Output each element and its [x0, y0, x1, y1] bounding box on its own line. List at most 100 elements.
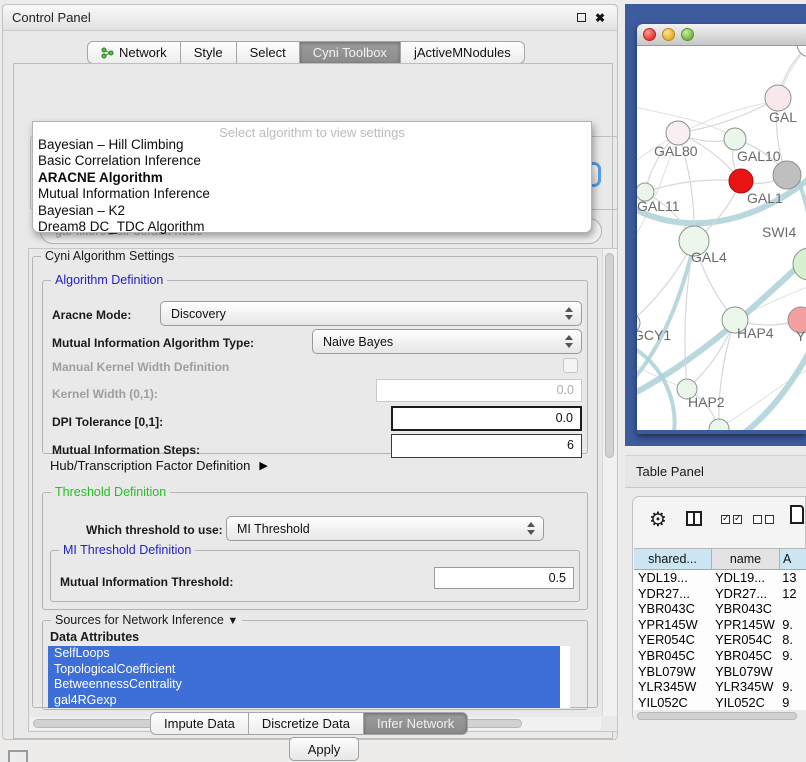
- column-header-A[interactable]: A: [780, 548, 806, 570]
- table-row[interactable]: YPR145WYPR145W9.: [634, 617, 806, 633]
- mi-threshold-field[interactable]: 0.5: [434, 567, 574, 589]
- tab-style[interactable]: Style: [181, 41, 237, 64]
- minimize-traffic-light[interactable]: [662, 28, 675, 41]
- network-node[interactable]: [709, 419, 729, 430]
- network-node-gal10[interactable]: [724, 128, 746, 150]
- algorithm-option[interactable]: Dream8 DC_TDC Algorithm: [36, 219, 588, 235]
- apply-button[interactable]: Apply: [289, 737, 359, 761]
- mi-type-label: Mutual Information Algorithm Type:: [52, 336, 254, 350]
- kernel-width-label: Kernel Width (0,1):: [52, 387, 158, 401]
- table-cell: [778, 664, 806, 680]
- select-all-icon[interactable]: [721, 515, 742, 524]
- tab-network[interactable]: Network: [87, 41, 181, 64]
- network-node-swi4[interactable]: [793, 248, 806, 280]
- kernel-width-field[interactable]: 0.0: [376, 379, 582, 402]
- tab-discretize-data[interactable]: Discretize Data: [249, 712, 364, 735]
- attribute-item-selected[interactable]: BetweennessCentrality: [48, 677, 560, 693]
- zoom-traffic-light[interactable]: [681, 28, 694, 41]
- table-cell: 9.: [778, 648, 806, 664]
- scrollbar-thumb[interactable]: [605, 253, 614, 458]
- attribute-item-selected[interactable]: SelfLoops: [48, 646, 560, 662]
- attribute-item-selected[interactable]: gal4RGexp: [48, 693, 560, 709]
- scrollbar-thumb[interactable]: [637, 712, 797, 720]
- table-row[interactable]: YLR345WYLR345W9.: [634, 679, 806, 695]
- close-traffic-light[interactable]: [643, 28, 656, 41]
- manual-kernel-checkbox[interactable]: [563, 358, 578, 373]
- table-row[interactable]: YBL079WYBL079W: [634, 664, 806, 680]
- deselect-all-icon[interactable]: [753, 515, 774, 524]
- tab-impute-data[interactable]: Impute Data: [150, 712, 249, 735]
- columns-icon[interactable]: [686, 511, 702, 526]
- sources-title-row[interactable]: Sources for Network Inference ▼: [51, 613, 242, 627]
- network-node-gal[interactable]: [765, 85, 791, 111]
- table-header-row: shared...nameA: [634, 548, 806, 570]
- control-panel-tabs: Network Style Select Cyni Toolbox jActiveMNo…: [87, 41, 525, 64]
- mi-steps-field[interactable]: 6: [391, 434, 582, 458]
- tab-jactivemnodules[interactable]: jActiveMNodules: [401, 41, 525, 64]
- tab-select[interactable]: Select: [237, 41, 300, 64]
- minimized-panel-icon[interactable]: [8, 750, 28, 762]
- unchecked-box-icon: [753, 515, 762, 524]
- dpi-tolerance-field[interactable]: 0.0: [391, 406, 582, 431]
- which-threshold-combo[interactable]: MI Threshold: [226, 516, 544, 541]
- group-title: Threshold Definition: [51, 485, 170, 499]
- table-row[interactable]: YER054CYER054C8.: [634, 632, 806, 648]
- table-cell: YER054C: [711, 632, 778, 648]
- network-window-titlebar[interactable]: [637, 24, 806, 46]
- mi-steps-label: Mutual Information Steps:: [52, 443, 200, 457]
- algorithm-option[interactable]: ARACNE Algorithm: [36, 170, 588, 186]
- data-attributes-label: Data Attributes: [50, 630, 139, 644]
- aracne-mode-combo[interactable]: Discovery: [160, 301, 582, 326]
- mi-type-combo[interactable]: Naive Bayes: [312, 329, 582, 354]
- table-horizontal-scrollbar[interactable]: [634, 710, 806, 722]
- algorithm-option[interactable]: Bayesian – Hill Climbing: [36, 137, 588, 153]
- gear-icon[interactable]: ⚙: [649, 507, 667, 532]
- table-cell: 9.: [778, 679, 806, 695]
- cyni-bottom-tabs: Impute DataDiscretize DataInfer Network: [150, 712, 468, 735]
- algorithm-option[interactable]: Bayesian – K2: [36, 203, 588, 219]
- network-canvas[interactable]: GALGAL80GAL10GAL1GAL11SWI4GAL4GCY1HAP4YH…: [637, 46, 806, 430]
- table-row[interactable]: YDR27...YDR27...12: [634, 586, 806, 602]
- hub-definition-expander[interactable]: Hub/Transcription Factor Definition ▶: [50, 458, 268, 473]
- table-cell: YBR043C: [711, 601, 778, 617]
- column-header-name[interactable]: name: [712, 548, 780, 570]
- mi-threshold-label: Mutual Information Threshold:: [60, 575, 233, 589]
- float-window-icon[interactable]: [577, 13, 586, 22]
- tab-label: Style: [194, 45, 223, 60]
- expand-arrow-icon: ▶: [259, 459, 267, 472]
- network-node[interactable]: [773, 161, 801, 189]
- table-cell: YBR043C: [634, 601, 711, 617]
- algorithm-option[interactable]: Basic Correlation Inference: [36, 153, 588, 169]
- close-icon[interactable]: ✖: [595, 12, 605, 24]
- network-node-gal80[interactable]: [666, 121, 690, 145]
- column-header-shared...[interactable]: shared...: [634, 548, 712, 570]
- screen: Control Panel ✖ NetworkStyleSelectCyni T…: [0, 0, 806, 762]
- node-label: HAP4: [737, 325, 774, 341]
- table-cell: YBR045C: [634, 648, 711, 664]
- table-panel-titlebar: Table Panel: [625, 455, 806, 488]
- data-attributes-list[interactable]: SelfLoopsTopologicalCoefficientBetweenne…: [48, 646, 570, 708]
- table-cell: 9: [778, 695, 806, 710]
- settings-vertical-scrollbar[interactable]: [602, 249, 617, 716]
- aracne-mode-label: Aracne Mode:: [52, 308, 131, 322]
- table-row[interactable]: YBR045CYBR045C9.: [634, 648, 806, 664]
- tab-label: jActiveMNodules: [414, 45, 511, 60]
- tab-label: Cyni Toolbox: [313, 45, 387, 60]
- network-edge: [732, 341, 806, 430]
- table-cell: YER054C: [634, 632, 711, 648]
- file-icon[interactable]: [790, 505, 804, 524]
- table-row[interactable]: YBR043CYBR043C: [634, 601, 806, 617]
- manual-kernel-label: Manual Kernel Width Definition: [52, 360, 229, 374]
- algorithm-option[interactable]: Mutual Information Inference: [36, 186, 588, 202]
- tab-infer-network[interactable]: Infer Network: [364, 712, 468, 735]
- table-row[interactable]: YDL19...YDL19...13: [634, 570, 806, 586]
- spinner-arrows-icon: [565, 335, 573, 348]
- attribute-item-selected[interactable]: TopologicalCoefficient: [48, 662, 560, 678]
- table-row[interactable]: YIL052CYIL052C9: [634, 695, 806, 710]
- node-label: GAL80: [654, 143, 698, 159]
- node-label: GAL11: [637, 198, 680, 214]
- tab-label: Network: [119, 45, 167, 60]
- node-label: GAL: [769, 109, 797, 125]
- tab-cyni-toolbox[interactable]: Cyni Toolbox: [300, 41, 401, 64]
- window-controls: ✖: [577, 12, 605, 24]
